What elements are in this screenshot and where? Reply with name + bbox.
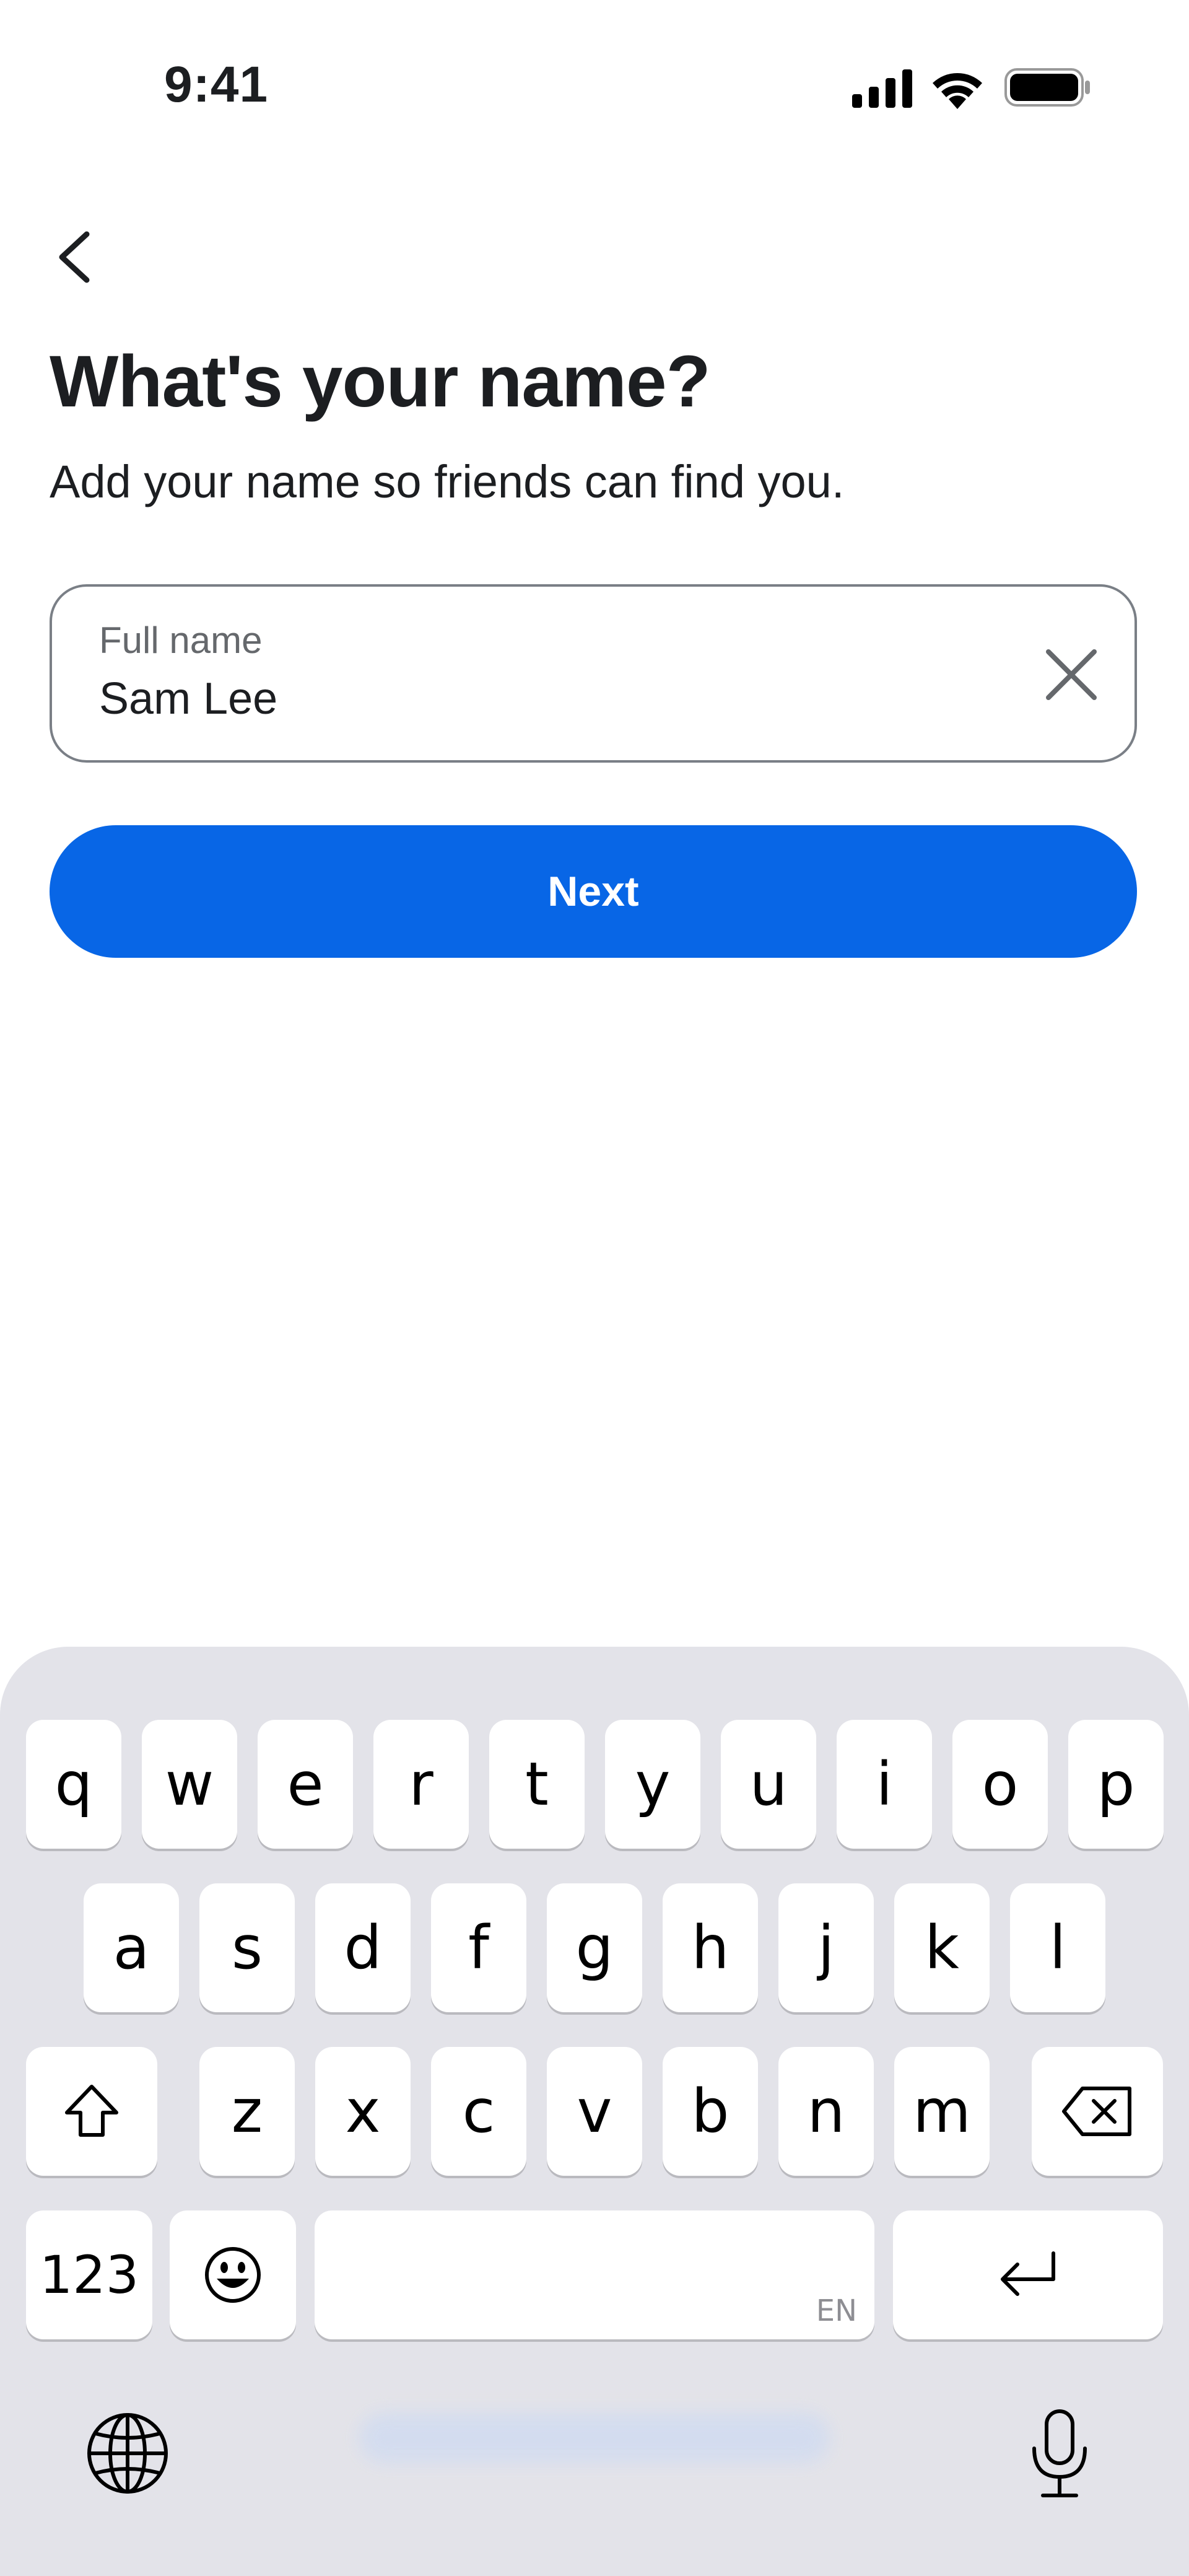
next-button[interactable]: Next xyxy=(50,825,1137,958)
backspace-icon xyxy=(1062,2087,1131,2136)
space-key[interactable]: EN xyxy=(315,2210,874,2339)
page-title: What's your name? xyxy=(50,341,711,423)
key-f[interactable]: f xyxy=(431,1883,526,2012)
key-e[interactable]: e xyxy=(258,1720,353,1849)
key-q[interactable]: q xyxy=(26,1720,121,1849)
key-t[interactable]: t xyxy=(489,1720,585,1849)
key-g[interactable]: g xyxy=(547,1883,642,2012)
microphone-icon[interactable] xyxy=(1026,2407,1094,2500)
key-n[interactable]: n xyxy=(778,2047,874,2176)
key-k[interactable]: k xyxy=(894,1883,990,2012)
key-x[interactable]: x xyxy=(315,2047,411,2176)
key-i[interactable]: i xyxy=(837,1720,932,1849)
chevron-left-icon xyxy=(59,231,90,283)
key-a[interactable]: a xyxy=(84,1883,179,2012)
key-v[interactable]: v xyxy=(547,2047,642,2176)
wifi-icon xyxy=(933,73,982,109)
close-icon xyxy=(1046,649,1097,700)
shift-icon xyxy=(65,2085,118,2137)
full-name-label: Full name xyxy=(99,620,263,661)
backspace-key[interactable] xyxy=(1032,2047,1163,2176)
status-time: 9:41 xyxy=(164,56,269,113)
return-key[interactable] xyxy=(893,2210,1163,2339)
key-j[interactable]: j xyxy=(778,1883,874,2012)
key-r[interactable]: r xyxy=(373,1720,469,1849)
emoji-icon xyxy=(205,2247,261,2303)
key-s[interactable]: s xyxy=(199,1883,295,2012)
back-button[interactable] xyxy=(43,223,105,291)
full-name-field[interactable]: Full name xyxy=(50,584,1137,763)
shift-key[interactable] xyxy=(26,2047,157,2176)
globe-icon[interactable] xyxy=(84,2410,171,2497)
home-indicator xyxy=(359,2413,830,2463)
key-c[interactable]: c xyxy=(431,2047,526,2176)
cellular-signal-icon xyxy=(852,69,912,108)
full-name-input[interactable] xyxy=(99,673,966,724)
key-w[interactable]: w xyxy=(142,1720,237,1849)
key-l[interactable]: l xyxy=(1010,1883,1105,2012)
page-subtitle: Add your name so friends can find you. xyxy=(50,456,845,507)
key-b[interactable]: b xyxy=(663,2047,758,2176)
key-u[interactable]: u xyxy=(721,1720,816,1849)
key-z[interactable]: z xyxy=(199,2047,295,2176)
clear-button[interactable] xyxy=(1040,644,1102,706)
key-m[interactable]: m xyxy=(894,2047,990,2176)
space-language-label: EN xyxy=(816,2293,857,2328)
return-icon xyxy=(1001,2251,1055,2296)
key-p[interactable]: p xyxy=(1068,1720,1164,1849)
emoji-key[interactable] xyxy=(170,2210,296,2339)
key-d[interactable]: d xyxy=(315,1883,411,2012)
key-o[interactable]: o xyxy=(952,1720,1048,1849)
key-y[interactable]: y xyxy=(605,1720,700,1849)
numbers-key[interactable]: 123 xyxy=(26,2210,152,2339)
key-h[interactable]: h xyxy=(663,1883,758,2012)
battery-icon xyxy=(1004,68,1090,107)
